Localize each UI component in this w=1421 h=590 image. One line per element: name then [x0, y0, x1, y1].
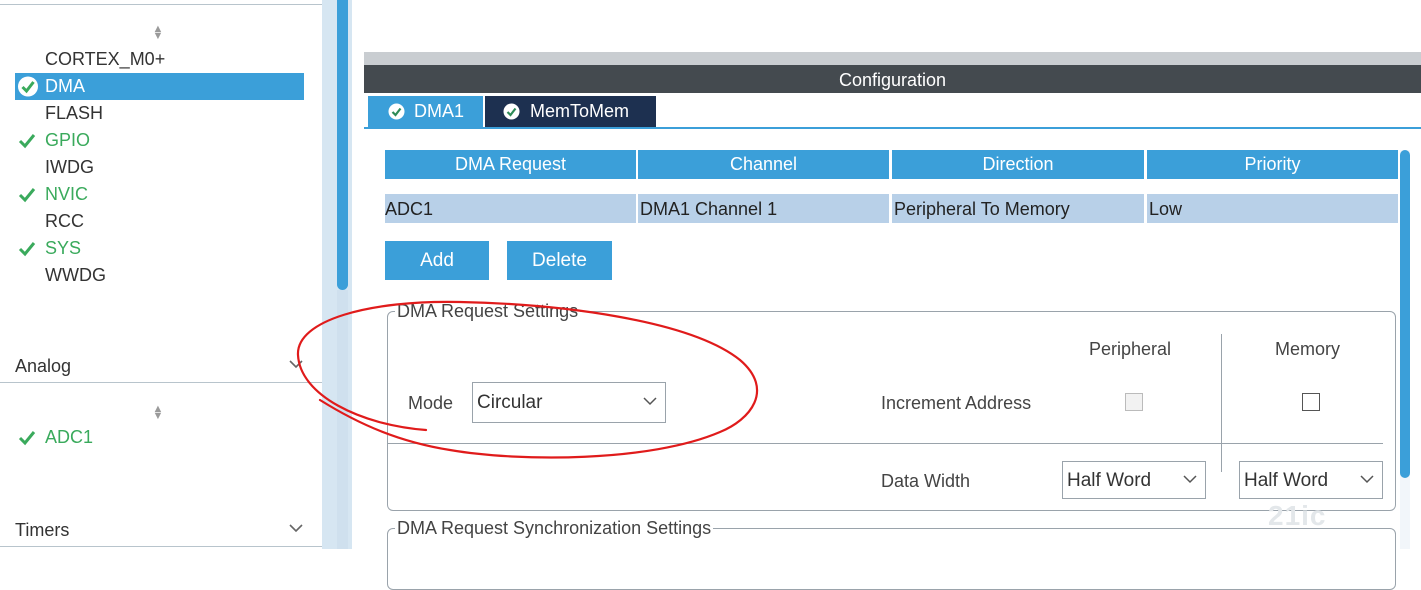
- sidebar-item-flash[interactable]: FLASH: [15, 100, 304, 127]
- splitter[interactable]: [352, 0, 364, 549]
- sidebar-item-sys[interactable]: SYS: [15, 235, 304, 262]
- dma-sync-settings-legend: DMA Request Synchronization Settings: [395, 518, 714, 538]
- sidebar-item-iwdg[interactable]: IWDG: [15, 154, 304, 181]
- sidebar-scrollbar-thumb[interactable]: [337, 0, 348, 290]
- select-value: Half Word: [1244, 470, 1329, 491]
- sidebar: ▲ ▼ CORTEX_M0+ DMA FLASH GPIO IWDG NVIC RCC SYS W…: [0, 0, 322, 549]
- data-width-label: Data Width: [881, 471, 971, 491]
- sidebar-item-label: WWDG: [45, 265, 106, 285]
- group-header-label: Timers: [15, 520, 70, 540]
- chevron-down-icon: [289, 524, 303, 533]
- sidebar-item-label: IWDG: [45, 157, 94, 177]
- table-cell[interactable]: Peripheral To Memory: [892, 194, 1144, 223]
- sidebar-item-label: GPIO: [45, 130, 91, 150]
- table-cell[interactable]: Low: [1147, 194, 1398, 223]
- table-header-channel[interactable]: Channel: [638, 150, 889, 179]
- chevron-down-icon: [1183, 475, 1197, 484]
- group-header-analog[interactable]: Analog: [15, 353, 305, 379]
- column-separator: [1221, 334, 1222, 472]
- sidebar-item-cortex-m0[interactable]: CORTEX_M0+: [15, 46, 304, 73]
- memory-column-header: Memory: [1275, 339, 1341, 359]
- sidebar-item-label: FLASH: [45, 103, 104, 123]
- sidebar-item-label: RCC: [45, 211, 84, 231]
- mode-label: Mode: [408, 393, 454, 413]
- check-circle-icon: [388, 103, 405, 120]
- list-scroll-arrows-icon[interactable]: ▲ ▼: [151, 404, 165, 422]
- mode-select-value: Circular: [477, 392, 543, 413]
- settings-row-divider: [388, 443, 1383, 444]
- increment-peripheral-checkbox[interactable]: [1125, 393, 1143, 411]
- group-header-label: Analog: [15, 356, 72, 376]
- data-width-peripheral-select[interactable]: Half Word: [1062, 461, 1206, 499]
- cell-text: Low: [1149, 199, 1183, 219]
- sidebar-item-label: SYS: [45, 238, 82, 258]
- chevron-down-icon: [1360, 475, 1374, 484]
- watermark-logo: 21ic: [1268, 500, 1327, 531]
- tab-label: DMA1: [414, 101, 465, 121]
- sidebar-item-label: NVIC: [45, 184, 89, 204]
- check-circle-icon: [18, 76, 38, 97]
- tab-label: MemToMem: [530, 101, 630, 121]
- sidebar-item-adc1[interactable]: ADC1: [15, 424, 304, 451]
- content-scrollbar-thumb[interactable]: [1400, 150, 1410, 478]
- increment-memory-checkbox[interactable]: [1302, 393, 1320, 411]
- chevron-down-icon: [289, 360, 303, 369]
- data-width-memory-select[interactable]: Half Word: [1239, 461, 1383, 499]
- peripheral-column-header: Peripheral: [1089, 339, 1172, 359]
- table-header-dma-request[interactable]: DMA Request: [385, 150, 636, 179]
- tab-memtomem[interactable]: MemToMem: [485, 96, 656, 127]
- chevron-down-icon: [643, 397, 657, 406]
- increment-address-label: Increment Address: [881, 393, 1032, 413]
- sidebar-item-label: DMA: [45, 76, 85, 96]
- check-icon: [18, 431, 36, 446]
- add-button[interactable]: Add: [385, 241, 489, 280]
- dma-request-settings-legend: DMA Request Settings: [395, 301, 581, 321]
- group-divider: [0, 382, 322, 383]
- list-scroll-arrows-icon[interactable]: ▲ ▼: [151, 24, 165, 42]
- table-cell[interactable]: DMA1 Channel 1: [638, 194, 889, 223]
- check-icon: [18, 134, 36, 149]
- group-divider: [0, 546, 322, 547]
- group-header-timers[interactable]: Timers: [15, 517, 305, 543]
- sidebar-top-divider: [0, 4, 322, 5]
- tab-dma1[interactable]: DMA1: [368, 96, 483, 127]
- cell-text: ADC1: [385, 199, 434, 219]
- sidebar-item-dma[interactable]: DMA: [15, 73, 304, 100]
- sidebar-item-gpio[interactable]: GPIO: [15, 127, 304, 154]
- check-icon: [18, 242, 36, 257]
- mode-panel-area: [364, 0, 1421, 52]
- configuration-title: Configuration: [364, 65, 1421, 93]
- sidebar-scrollbar-track[interactable]: [337, 290, 348, 549]
- table-cell[interactable]: ADC1: [385, 194, 636, 223]
- delete-button[interactable]: Delete: [507, 241, 612, 280]
- sidebar-item-label: ADC1: [45, 427, 94, 447]
- cell-text: DMA1 Channel 1: [640, 199, 778, 219]
- check-circle-icon: [503, 103, 520, 120]
- select-value: Half Word: [1067, 470, 1152, 491]
- sidebar-item-wwdg[interactable]: WWDG: [15, 262, 304, 289]
- table-header-priority[interactable]: Priority: [1147, 150, 1398, 179]
- table-header-direction[interactable]: Direction: [892, 150, 1144, 179]
- sidebar-item-nvic[interactable]: NVIC: [15, 181, 304, 208]
- sidebar-item-label: CORTEX_M0+: [45, 49, 166, 69]
- check-icon: [18, 188, 36, 203]
- panel-splitter[interactable]: [364, 52, 1421, 65]
- sidebar-item-rcc[interactable]: RCC: [15, 208, 304, 235]
- mode-select[interactable]: Circular: [472, 382, 666, 423]
- cell-text: Peripheral To Memory: [894, 199, 1070, 219]
